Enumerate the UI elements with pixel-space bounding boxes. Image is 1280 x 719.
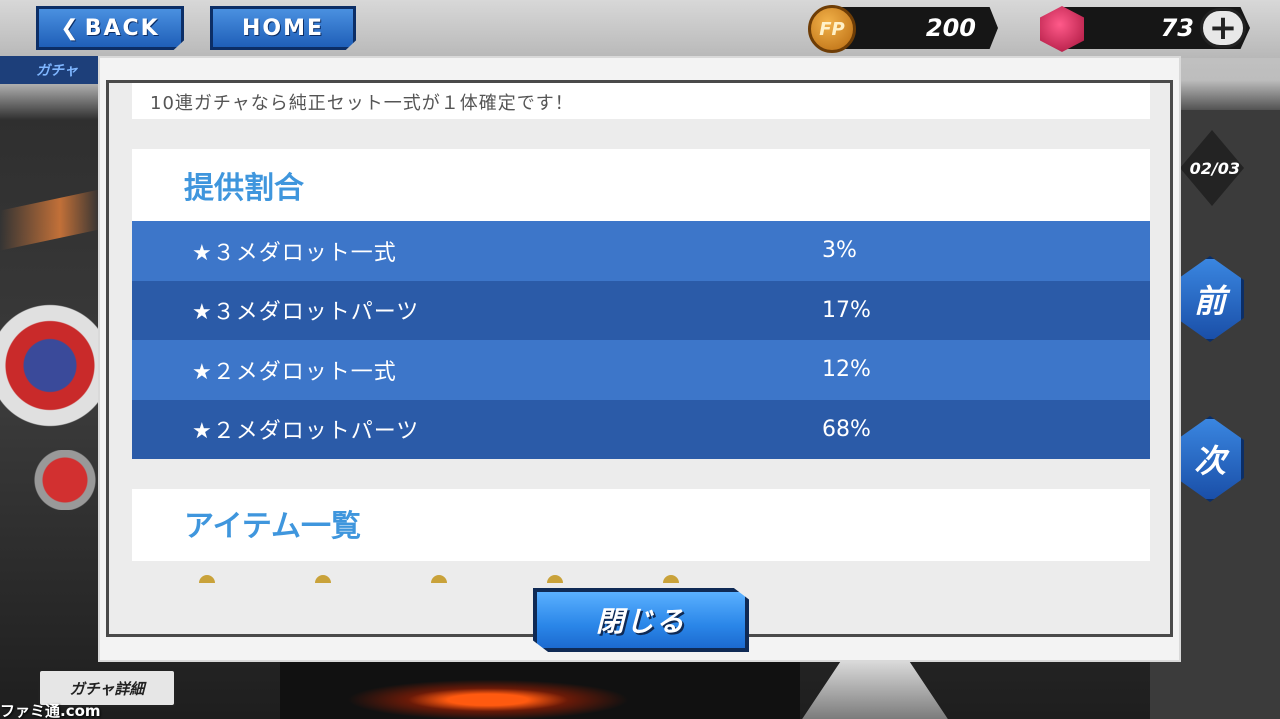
- fire-effect: [280, 655, 800, 719]
- robot-illustration-lower: [30, 450, 100, 510]
- item-icon: [431, 575, 447, 583]
- watermark: ファミ通.com: [0, 702, 101, 719]
- rate-name: ★２メダロット一式: [192, 359, 397, 385]
- rates-table: ★３メダロット一式 3% ★３メダロットパーツ 17% ★２メダロット一式 12…: [132, 221, 1150, 459]
- rate-name: ★２メダロットパーツ: [192, 419, 420, 445]
- prev-button-label: 前: [1193, 282, 1226, 320]
- close-button[interactable]: 閉じる: [533, 588, 749, 652]
- table-row: ★３メダロット一式 3%: [132, 221, 1150, 281]
- table-row: ★２メダロットパーツ 68%: [132, 399, 1150, 459]
- home-button[interactable]: HOME: [210, 6, 356, 50]
- gacha-rates-modal: 10連ガチャなら純正セット一式が１体確定です！ 提供割合 ★３メダロット一式 3…: [100, 58, 1179, 660]
- next-button-label: 次: [1193, 442, 1226, 480]
- item-icon: [663, 575, 679, 583]
- item-icons-peek: [199, 575, 1099, 583]
- rate-percent: 3%: [822, 238, 857, 264]
- intro-text: 10連ガチャなら純正セット一式が１体確定です！: [150, 93, 574, 114]
- home-button-label: HOME: [241, 15, 325, 41]
- modal-scroll-area[interactable]: 10連ガチャなら純正セット一式が１体確定です！ 提供割合 ★３メダロット一式 3…: [106, 80, 1173, 637]
- items-section: アイテム一覧: [132, 489, 1150, 561]
- rates-title: 提供割合: [184, 171, 304, 206]
- page-indicator-label: 02/03: [1189, 158, 1240, 178]
- gem-value: 73: [1160, 14, 1194, 42]
- rate-name: ★３メダロット一式: [192, 240, 397, 266]
- screen-subtitle: ガチャ: [36, 63, 78, 79]
- background-streak: [0, 189, 100, 251]
- gacha-detail-tab-label: ガチャ詳細: [69, 679, 145, 698]
- item-icon: [315, 575, 331, 583]
- back-button[interactable]: ❮ BACK: [36, 6, 184, 50]
- fp-value: 200: [925, 14, 976, 42]
- rate-percent: 17%: [822, 297, 871, 323]
- intro-card: 10連ガチャなら純正セット一式が１体確定です！: [132, 83, 1150, 119]
- table-row: ★２メダロット一式 12%: [132, 340, 1150, 400]
- plus-icon: +: [1208, 8, 1238, 48]
- items-title: アイテム一覧: [184, 509, 361, 544]
- chevron-left-icon: ❮: [60, 15, 81, 41]
- item-icon: [547, 575, 563, 583]
- fp-coin-icon: FP: [808, 5, 856, 53]
- rate-name: ★３メダロットパーツ: [192, 300, 420, 326]
- close-button-label: 閉じる: [595, 605, 686, 638]
- add-gems-button[interactable]: +: [1200, 8, 1246, 48]
- table-row: ★３メダロットパーツ 17%: [132, 280, 1150, 340]
- back-button-label: BACK: [84, 15, 160, 41]
- item-icon: [199, 575, 215, 583]
- rate-percent: 68%: [822, 416, 871, 442]
- rate-percent: 12%: [822, 357, 871, 383]
- gacha-machine: [801, 657, 949, 719]
- fp-icon-label: FP: [819, 18, 845, 40]
- rates-section: 提供割合 ★３メダロット一式 3% ★３メダロットパーツ 17% ★２メダロット…: [132, 149, 1150, 459]
